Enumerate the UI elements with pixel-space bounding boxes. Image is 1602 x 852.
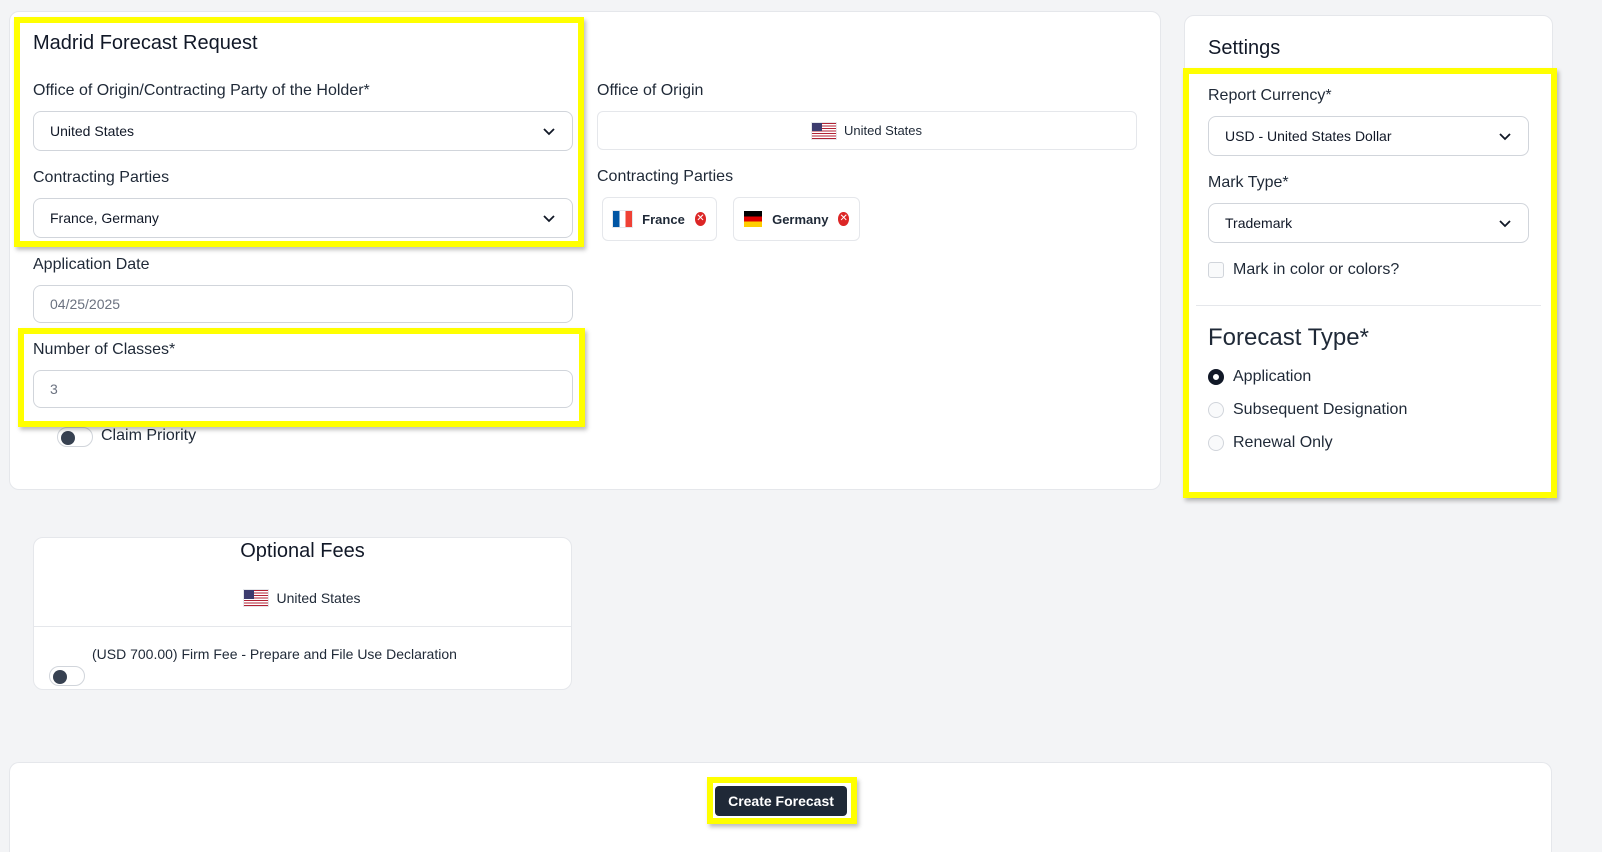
contracting-parties-label: Contracting Parties: [33, 169, 170, 186]
radio-renewal-only[interactable]: [1208, 435, 1224, 451]
firm-fee-label: (USD 700.00) Firm Fee - Prepare and File…: [92, 646, 457, 662]
radio-renewal-only-label: Renewal Only: [1233, 434, 1333, 451]
page-title: Madrid Forecast Request: [33, 32, 258, 54]
party-chip-france: France ✕: [602, 197, 717, 241]
number-of-classes-value: 3: [50, 381, 58, 397]
summary-office-box: United States: [597, 111, 1137, 150]
mark-in-color-label: Mark in color or colors?: [1233, 261, 1400, 278]
radio-application-label: Application: [1233, 368, 1312, 385]
optional-fees-country-label: United States: [276, 590, 361, 606]
report-currency-value: USD - United States Dollar: [1225, 128, 1392, 144]
summary-parties-label: Contracting Parties: [597, 168, 734, 185]
flag-fr-icon: [613, 211, 633, 227]
office-of-origin-label: Office of Origin/Contracting Party of th…: [33, 82, 370, 99]
chevron-down-icon: [543, 215, 555, 223]
party-chip-germany: Germany ✕: [733, 197, 860, 241]
summary-office-value: United States: [843, 123, 923, 138]
summary-office-label: Office of Origin: [597, 82, 704, 99]
settings-divider: [1196, 305, 1541, 306]
chevron-down-icon: [1499, 220, 1511, 228]
create-forecast-button[interactable]: Create Forecast: [715, 786, 847, 816]
remove-icon[interactable]: ✕: [694, 212, 706, 226]
forecast-type-heading: Forecast Type*: [1208, 324, 1369, 351]
mark-in-color-checkbox[interactable]: [1208, 262, 1224, 278]
claim-priority-label: Claim Priority: [101, 427, 197, 444]
firm-fee-toggle[interactable]: [49, 666, 85, 686]
office-of-origin-select[interactable]: United States: [33, 111, 573, 151]
number-of-classes-input[interactable]: 3: [33, 370, 573, 408]
chevron-down-icon: [543, 128, 555, 136]
claim-priority-toggle[interactable]: [57, 427, 93, 447]
mark-type-label: Mark Type*: [1208, 174, 1289, 191]
party-chip-label: France: [642, 211, 685, 227]
application-date-label: Application Date: [33, 256, 150, 273]
flag-us-icon: [811, 122, 836, 139]
number-of-classes-label: Number of Classes*: [33, 341, 176, 358]
party-chip-label: Germany: [772, 211, 829, 227]
chevron-down-icon: [1499, 133, 1511, 141]
optional-fees-title: Optional Fees: [240, 540, 365, 562]
remove-icon[interactable]: ✕: [838, 212, 849, 226]
report-currency-label: Report Currency*: [1208, 87, 1332, 104]
settings-title: Settings: [1208, 37, 1281, 59]
flag-us-icon: [244, 590, 269, 606]
application-date-value: 04/25/2025: [50, 296, 121, 312]
radio-subsequent-designation[interactable]: [1208, 402, 1224, 418]
radio-application[interactable]: [1208, 369, 1224, 385]
contracting-parties-select[interactable]: France, Germany: [33, 198, 573, 238]
mark-type-value: Trademark: [1225, 215, 1293, 231]
flag-de-icon: [744, 211, 763, 227]
optional-fees-country: United States: [33, 590, 572, 606]
contracting-parties-value: France, Germany: [50, 210, 159, 226]
optional-fees-divider: [34, 626, 571, 627]
radio-subsequent-designation-label: Subsequent Designation: [1233, 401, 1408, 418]
application-date-input[interactable]: 04/25/2025: [33, 285, 573, 323]
office-of-origin-value: United States: [50, 123, 135, 139]
report-currency-select[interactable]: USD - United States Dollar: [1208, 116, 1529, 156]
mark-type-select[interactable]: Trademark: [1208, 203, 1529, 243]
